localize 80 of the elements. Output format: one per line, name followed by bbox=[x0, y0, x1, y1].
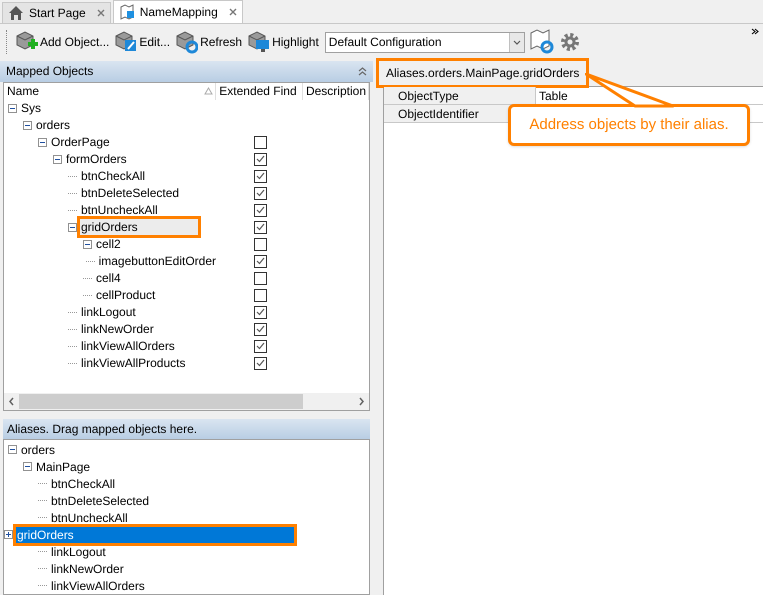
checkbox[interactable] bbox=[254, 254, 267, 268]
checkbox[interactable] bbox=[254, 152, 267, 166]
tree-item[interactable]: gridOrders bbox=[80, 219, 198, 235]
panel-title: Mapped Objects bbox=[6, 63, 94, 80]
scroll-left-icon[interactable] bbox=[8, 397, 15, 406]
checkbox[interactable] bbox=[254, 170, 267, 182]
collapse-icon[interactable] bbox=[8, 445, 17, 454]
toolbar-button[interactable]: Edit... bbox=[113, 28, 170, 56]
column-header[interactable]: Extended Find bbox=[216, 82, 303, 100]
expand-icon[interactable] bbox=[4, 530, 13, 539]
tree-item[interactable]: linkNewOrder bbox=[50, 560, 125, 576]
property-name: ObjectType bbox=[384, 87, 536, 104]
tab[interactable]: Start Page bbox=[2, 2, 111, 23]
scroll-right-icon[interactable] bbox=[358, 397, 365, 406]
collapse-icon[interactable] bbox=[358, 66, 367, 76]
caret-icon[interactable] bbox=[512, 40, 521, 44]
tree-item[interactable]: linkViewAllOrders bbox=[80, 338, 176, 354]
close-icon[interactable] bbox=[96, 9, 105, 17]
checkbox[interactable] bbox=[254, 136, 267, 148]
tree-item[interactable]: orders bbox=[35, 117, 72, 133]
collapse-icon[interactable] bbox=[38, 138, 47, 146]
tree-item[interactable]: btnUncheckAll bbox=[80, 202, 159, 218]
collapse-icon[interactable] bbox=[53, 154, 62, 164]
map-icon bbox=[118, 4, 135, 20]
panel-title: Aliases. Drag mapped objects here. bbox=[7, 421, 198, 438]
tree-item[interactable]: cell4 bbox=[95, 270, 122, 286]
collapse-icon[interactable] bbox=[23, 462, 32, 471]
tree-item[interactable]: linkNewOrder bbox=[80, 321, 155, 337]
tree-item[interactable]: linkViewAllProducts bbox=[80, 355, 186, 371]
checkbox[interactable] bbox=[254, 288, 267, 302]
checkbox[interactable] bbox=[254, 306, 267, 318]
settings-icon[interactable] bbox=[558, 31, 581, 53]
tree-item[interactable]: linkLogout bbox=[80, 304, 137, 320]
tree-item[interactable]: btnDeleteSelected bbox=[50, 492, 150, 508]
cube-monitor-icon bbox=[246, 30, 270, 54]
home-icon bbox=[8, 5, 24, 21]
cube-refresh-icon bbox=[174, 30, 198, 54]
tree-item[interactable]: btnDeleteSelected bbox=[80, 185, 180, 201]
collapse-icon[interactable] bbox=[68, 222, 77, 232]
map-refresh-icon[interactable] bbox=[528, 29, 555, 55]
toolbar-button[interactable]: Highlight bbox=[246, 28, 319, 56]
object-path: Aliases.orders.MainPage.gridOrders bbox=[376, 58, 590, 88]
checkbox[interactable] bbox=[254, 220, 267, 234]
tree-item[interactable]: formOrders bbox=[65, 151, 128, 167]
tree-item[interactable]: btnCheckAll bbox=[50, 476, 116, 492]
tree-item[interactable]: gridOrders bbox=[16, 526, 294, 542]
cube-pencil-icon bbox=[113, 30, 138, 54]
scrollbar-thumb[interactable] bbox=[19, 394, 303, 410]
checkbox[interactable] bbox=[254, 238, 267, 250]
tree-item[interactable]: btnUncheckAll bbox=[50, 510, 129, 526]
tree-item[interactable]: MainPage bbox=[35, 458, 92, 474]
close-icon[interactable] bbox=[228, 8, 237, 16]
checkbox[interactable] bbox=[254, 322, 267, 336]
sort-arrow-icon bbox=[204, 87, 214, 95]
collapse-icon[interactable] bbox=[8, 104, 17, 112]
configuration-dropdown[interactable]: Default Configuration bbox=[324, 32, 525, 52]
checkbox[interactable] bbox=[254, 272, 267, 284]
horizontal-scrollbar[interactable] bbox=[4, 393, 369, 410]
toolbar-button[interactable]: Refresh bbox=[174, 28, 242, 56]
tree-item[interactable]: linkLogout bbox=[50, 544, 107, 560]
checkbox[interactable] bbox=[254, 186, 267, 200]
checkbox[interactable] bbox=[254, 204, 267, 216]
tree-item[interactable]: cell2 bbox=[95, 236, 122, 252]
tab[interactable]: NameMapping bbox=[112, 0, 243, 23]
collapse-icon[interactable] bbox=[83, 240, 92, 248]
tree-item[interactable]: imagebuttonEditOrder bbox=[98, 253, 217, 269]
collapse-icon[interactable] bbox=[23, 120, 32, 130]
column-header[interactable]: Description bbox=[302, 82, 369, 100]
tree-item[interactable]: Sys bbox=[20, 100, 42, 116]
checkbox[interactable] bbox=[254, 340, 267, 352]
tree-item[interactable]: orders bbox=[20, 442, 56, 458]
tree-item[interactable]: OrderPage bbox=[50, 134, 111, 150]
tree-item[interactable]: cellProduct bbox=[95, 287, 156, 303]
tree-item[interactable]: btnCheckAll bbox=[80, 168, 146, 184]
checkbox[interactable] bbox=[254, 356, 267, 370]
column-header[interactable]: Name bbox=[4, 82, 216, 100]
tree-item[interactable]: linkViewAllOrders bbox=[50, 578, 146, 594]
toolbar-button[interactable]: Add Object... bbox=[14, 28, 110, 56]
overflow-icon[interactable] bbox=[751, 28, 759, 35]
property-value[interactable]: Table bbox=[539, 88, 568, 102]
